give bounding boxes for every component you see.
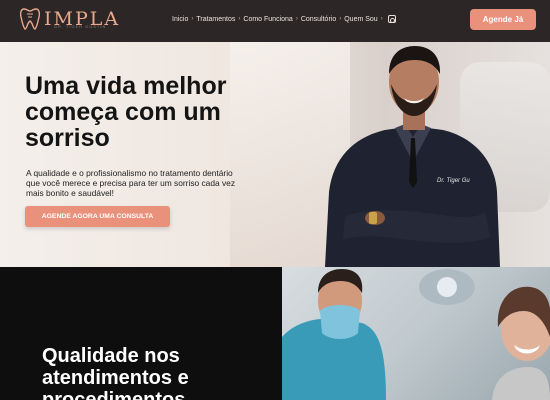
nav-item-consultorio[interactable]: Consultório bbox=[301, 16, 336, 23]
nav-item-como-funciona[interactable]: Como Funciona bbox=[243, 16, 292, 23]
tooth-logo-icon bbox=[20, 8, 40, 30]
quality-section-title: Qualidade nos atendimentos e procediment… bbox=[42, 345, 189, 400]
hero-section: Uma vida melhor começa com um sorriso A … bbox=[0, 42, 550, 267]
brand-tagline: DR. TIGER GUSTIN bbox=[54, 24, 107, 29]
nav-item-tratamentos[interactable]: Tratamentos bbox=[196, 16, 235, 23]
clinic-photo-image bbox=[282, 267, 550, 400]
instagram-icon[interactable] bbox=[387, 15, 396, 23]
dentist-portrait-image: Dr. Tiger Gu bbox=[325, 46, 500, 267]
nav-separator-icon: › bbox=[295, 16, 298, 22]
book-appointment-button[interactable]: AGENDE AGORA UMA CONSULTA bbox=[25, 206, 170, 227]
hero-title: Uma vida melhor começa com um sorriso bbox=[25, 72, 227, 152]
clinic-scene-illustration bbox=[282, 269, 550, 400]
nav-item-inicio[interactable]: Inicio bbox=[172, 16, 188, 23]
quality-section: Qualidade nos atendimentos e procediment… bbox=[0, 267, 282, 400]
hero-description: A qualidade e o profissionalismo no trat… bbox=[26, 168, 236, 198]
coat-embroidery: Dr. Tiger Gu bbox=[437, 178, 470, 184]
main-nav: Inicio › Tratamentos › Como Funciona › C… bbox=[172, 15, 396, 23]
nav-separator-icon: › bbox=[191, 16, 194, 22]
nav-separator-icon: › bbox=[238, 16, 241, 22]
nav-item-quem-sou[interactable]: Quem Sou bbox=[344, 16, 377, 23]
site-header: IMPLA DR. TIGER GUSTIN Inicio › Tratamen… bbox=[0, 0, 550, 42]
schedule-now-button[interactable]: Agende Já bbox=[470, 9, 536, 30]
nav-separator-icon: › bbox=[339, 16, 342, 22]
nav-separator-icon: › bbox=[380, 16, 383, 22]
